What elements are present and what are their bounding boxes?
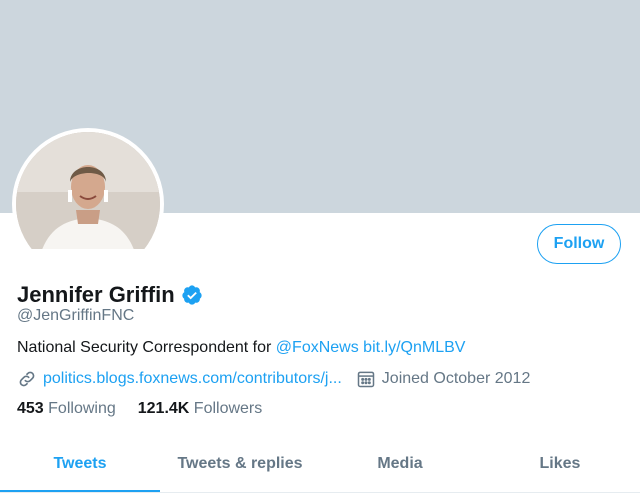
- profile-stats: 453 Following 121.4K Followers: [17, 400, 284, 418]
- verified-badge-icon: [181, 284, 203, 306]
- followers-count: 121.4K: [137, 400, 190, 417]
- joined-date: Joined October 2012: [356, 369, 531, 389]
- avatar-photo: [16, 132, 160, 249]
- website-link[interactable]: politics.blogs.foxnews.com/contributors/…: [43, 370, 342, 388]
- profile-handle: @JenGriffinFNC: [17, 307, 135, 324]
- following-stat[interactable]: 453 Following: [17, 400, 116, 418]
- followers-label: Followers: [193, 400, 263, 417]
- tab-tweets-replies[interactable]: Tweets & replies: [160, 435, 320, 492]
- following-label: Following: [48, 400, 116, 417]
- profile-tabs: Tweets Tweets & replies Media Likes: [0, 435, 640, 493]
- following-count: 453: [17, 400, 44, 417]
- avatar-wrapper: [12, 128, 164, 249]
- link-icon: [17, 369, 37, 389]
- profile-meta: politics.blogs.foxnews.com/contributors/…: [17, 369, 530, 389]
- avatar[interactable]: [12, 128, 164, 249]
- followers-stat[interactable]: 121.4K Followers: [138, 400, 263, 418]
- calendar-icon: [356, 369, 376, 389]
- profile-name-row: Jennifer Griffin: [17, 282, 203, 308]
- bio-text: National Security Correspondent for: [17, 339, 276, 356]
- profile-name: Jennifer Griffin: [17, 282, 175, 307]
- joined-text: Joined October 2012: [381, 370, 531, 387]
- follow-button[interactable]: Follow: [537, 224, 621, 264]
- bio-url-link[interactable]: bit.ly/QnMLBV: [363, 339, 465, 356]
- profile-bio: National Security Correspondent for @Fox…: [17, 339, 465, 357]
- bio-mention-link[interactable]: @FoxNews: [276, 339, 359, 356]
- tab-media[interactable]: Media: [320, 435, 480, 492]
- tab-tweets[interactable]: Tweets: [0, 435, 160, 492]
- tab-likes[interactable]: Likes: [480, 435, 640, 492]
